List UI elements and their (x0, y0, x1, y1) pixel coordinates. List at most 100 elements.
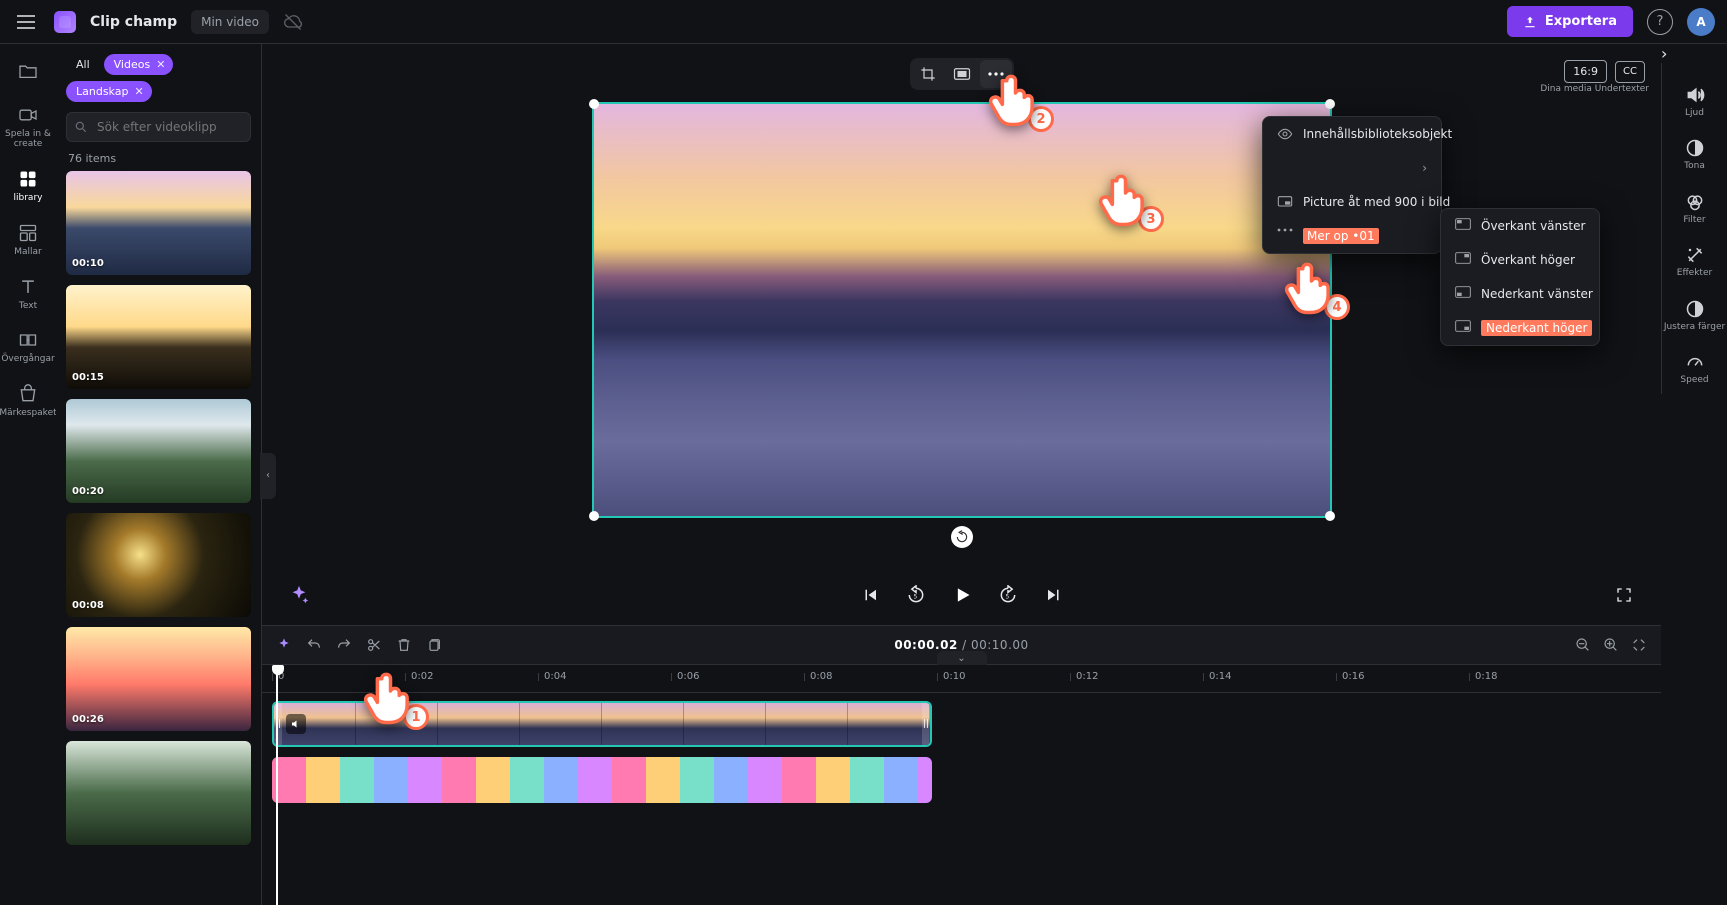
prop-effects[interactable]: Effekter (1662, 237, 1727, 286)
zoom-fit-button[interactable] (1631, 637, 1647, 653)
result-count: 76 items (56, 152, 261, 171)
trim-handle-right[interactable]: || (922, 703, 930, 745)
submenu-item[interactable]: Överkant vänster (1441, 209, 1599, 243)
video-thumb[interactable] (66, 741, 251, 845)
resize-handle[interactable] (1325, 511, 1335, 521)
resize-handle[interactable] (1325, 99, 1335, 109)
prop-audio[interactable]: Ljud (1662, 77, 1727, 126)
search-icon (74, 120, 88, 134)
nav-media[interactable] (0, 54, 56, 92)
video-preview[interactable] (592, 102, 1332, 518)
prop-filter[interactable]: Filter (1662, 184, 1727, 233)
search-field (66, 112, 251, 142)
aspect-ratio[interactable]: 16:9 (1564, 60, 1607, 83)
resize-handle[interactable] (589, 99, 599, 109)
fwd-5-button[interactable]: 5 (993, 580, 1023, 610)
top-right-hint: Dina media Undertexter (1540, 84, 1649, 94)
crop-button[interactable] (912, 60, 944, 88)
timecode: 00:00.02 / 00:10.00 (894, 638, 1028, 652)
menu-item-pip[interactable]: Picture åt med 900 i bild (1263, 185, 1441, 219)
tutorial-pointer-2: 2 (984, 72, 1054, 128)
context-submenu: Överkant vänster Överkant höger Nederkan… (1440, 208, 1600, 346)
split-button[interactable] (366, 637, 382, 653)
mute-icon[interactable] (286, 714, 306, 734)
ruler-mark: 0:04 (538, 671, 566, 682)
video-thumb[interactable]: 00:10 (66, 171, 251, 275)
prop-fade[interactable]: Tona (1662, 130, 1727, 179)
prop-adjust[interactable]: Justera färger (1662, 291, 1727, 340)
nav-transitions[interactable]: Övergångar (0, 323, 56, 371)
audio-clip[interactable] (272, 757, 932, 803)
playhead[interactable] (276, 665, 278, 905)
chip-landskap[interactable]: Landskap✕ (66, 81, 152, 102)
menu-item[interactable]: Innehållsbiblioteksobjekt (1263, 117, 1441, 151)
timeline-expand-toggle[interactable]: ⌄ (937, 651, 987, 665)
submenu-item[interactable]: Överkant höger (1441, 243, 1599, 277)
prop-speed[interactable]: Speed (1662, 344, 1727, 393)
video-thumb[interactable]: 00:15 (66, 285, 251, 389)
captions-button[interactable]: CC (1615, 61, 1645, 83)
zoom-in-button[interactable] (1603, 637, 1619, 653)
zoom-out-button[interactable] (1575, 637, 1591, 653)
menu-item-more[interactable]: Mer op •01 (1263, 219, 1441, 253)
hand-icon (1280, 260, 1336, 316)
svg-text:5: 5 (1005, 594, 1009, 600)
app-logo (54, 11, 76, 33)
ruler-mark: 0:06 (671, 671, 699, 682)
video-thumb[interactable]: 00:08 (66, 513, 251, 617)
fullscreen-button[interactable] (1609, 580, 1639, 610)
nav-templates[interactable]: Mallar (0, 216, 56, 264)
tutorial-pointer-4: 4 (1280, 260, 1350, 316)
avatar[interactable]: A (1687, 8, 1715, 36)
cloud-off-icon (283, 12, 303, 32)
submenu-item[interactable]: Nederkant vänster (1441, 277, 1599, 311)
ai-button[interactable] (284, 580, 314, 610)
timeline[interactable]: 0 0:02 0:04 0:06 0:08 0:10 0:12 0:14 0:1… (262, 665, 1661, 905)
project-name[interactable]: Min video (191, 10, 269, 34)
prev-clip-button[interactable] (855, 580, 885, 610)
rotate-handle[interactable] (951, 526, 973, 548)
nav-rail: Spela in & create library Mallar Text Öv… (0, 44, 56, 905)
time-ruler[interactable]: 0 0:02 0:04 0:06 0:08 0:10 0:12 0:14 0:1… (262, 665, 1661, 693)
context-menu: Innehållsbiblioteksobjekt Picture åt med… (1262, 116, 1442, 254)
filter-chips: All Videos✕ Landskap✕ (56, 44, 261, 102)
pip-pos-icon (1455, 286, 1471, 302)
preview-frame (594, 104, 1330, 516)
sidebar-collapse-toggle[interactable]: ‹ (260, 453, 276, 499)
tutorial-pointer-3: 3 (1094, 172, 1164, 228)
app-name: Clip champ (90, 14, 177, 30)
play-button[interactable] (947, 580, 977, 610)
magic-button[interactable] (276, 637, 292, 653)
ruler-mark: 0:10 (937, 671, 965, 682)
menu-button[interactable] (12, 8, 40, 36)
search-input[interactable] (66, 112, 251, 142)
redo-button[interactable] (336, 637, 352, 653)
video-thumb[interactable]: 00:26 (66, 627, 251, 731)
nav-library[interactable]: library (0, 162, 56, 210)
close-icon[interactable]: ✕ (156, 58, 165, 71)
nav-brandkit[interactable]: Märkespaket (0, 377, 56, 425)
hand-icon (1094, 172, 1150, 228)
right-rail-collapse-toggle[interactable]: › (1661, 44, 1727, 63)
next-clip-button[interactable] (1039, 580, 1069, 610)
chip-videos[interactable]: Videos✕ (104, 54, 174, 75)
export-button[interactable]: Exportera (1507, 6, 1633, 37)
resize-handle[interactable] (589, 511, 599, 521)
nav-record[interactable]: Spela in & create (0, 98, 56, 156)
back-5-button[interactable]: 5 (901, 580, 931, 610)
nav-text[interactable]: Text (0, 270, 56, 318)
fill-button[interactable] (946, 60, 978, 88)
properties-rail: Ljud Tona Filter Effekter Justera färger… (1661, 63, 1727, 394)
help-button[interactable]: ? (1647, 9, 1673, 35)
submenu-item-selected[interactable]: Nederkant höger (1441, 311, 1599, 345)
thumbnail-list[interactable]: 00:10 00:15 00:20 00:08 00:26 (56, 171, 261, 905)
tutorial-pointer-1: 1 (359, 670, 429, 726)
video-thumb[interactable]: 00:20 (66, 399, 251, 503)
ruler-mark: 0:14 (1203, 671, 1231, 682)
delete-button[interactable] (396, 637, 412, 653)
menu-item-submenu[interactable] (1263, 151, 1441, 185)
duplicate-button[interactable] (426, 637, 442, 653)
undo-button[interactable] (306, 637, 322, 653)
chip-all[interactable]: All (66, 54, 98, 75)
close-icon[interactable]: ✕ (134, 85, 143, 98)
